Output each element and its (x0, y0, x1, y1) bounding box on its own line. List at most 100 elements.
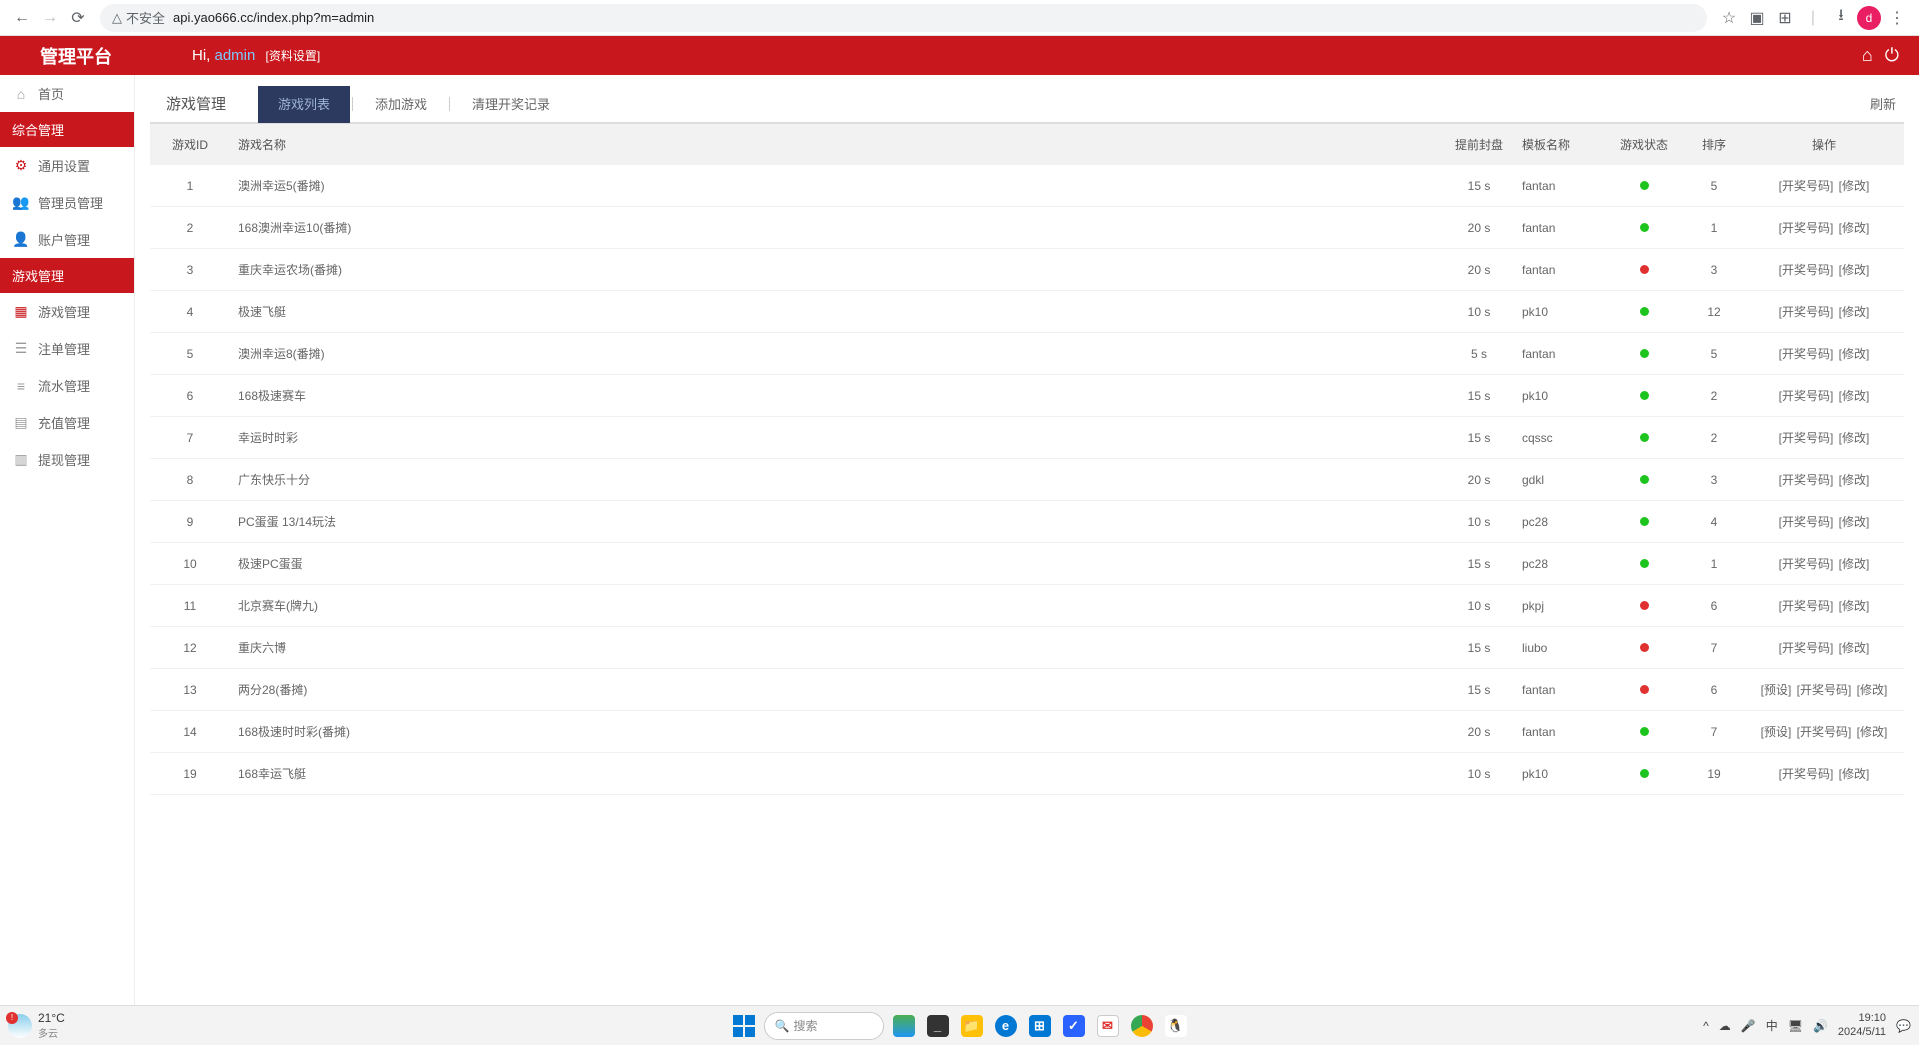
power-icon[interactable]: ⏻ (1885, 45, 1899, 66)
content: 游戏管理 游戏列表 添加游戏 清理开奖记录 刷新 游戏ID 游戏名称 提前封盘 … (135, 75, 1919, 1005)
op-edit[interactable]: [修改] (1857, 725, 1888, 739)
op-edit[interactable]: [修改] (1839, 389, 1870, 403)
op-edit[interactable]: [修改] (1839, 221, 1870, 235)
app-store[interactable]: ⊞ (1026, 1012, 1054, 1040)
refresh-button[interactable]: 刷新 (1862, 86, 1904, 121)
sidebar-deposit-mgmt[interactable]: ▤ 充值管理 (0, 404, 134, 441)
sidebar-section-game[interactable]: 游戏管理 (0, 258, 134, 293)
status-dot-icon (1640, 559, 1649, 568)
tab-game-list[interactable]: 游戏列表 (258, 86, 350, 123)
clock[interactable]: 19:10 2024/5/11 (1838, 1012, 1886, 1038)
app-hills[interactable] (890, 1012, 918, 1040)
weather-desc: 多云 (38, 1025, 65, 1040)
sidebar-withdraw-mgmt[interactable]: ▥ 提现管理 (0, 441, 134, 478)
app-qq[interactable]: 🐧 (1162, 1012, 1190, 1040)
table-row: 9PC蛋蛋 13/14玩法10 spc284[开奖号码] [修改] (150, 501, 1904, 543)
cell-name: 两分28(番摊) (230, 669, 1444, 711)
tray-chevron-icon[interactable]: ^ (1703, 1019, 1709, 1033)
op-lottery[interactable]: [开奖号码] (1779, 473, 1834, 487)
cell-tpl: gdkl (1514, 459, 1604, 501)
op-edit[interactable]: [修改] (1839, 305, 1870, 319)
cell-tpl: cqssc (1514, 417, 1604, 459)
forward-button[interactable]: → (36, 4, 64, 32)
op-edit[interactable]: [修改] (1839, 473, 1870, 487)
app-blue[interactable]: ✓ (1060, 1012, 1088, 1040)
tray-onedrive-icon[interactable]: ☁ (1719, 1019, 1731, 1033)
sidebar-flow-mgmt[interactable]: ≡ 流水管理 (0, 367, 134, 404)
page-header: 游戏管理 游戏列表 添加游戏 清理开奖记录 刷新 (150, 85, 1904, 124)
menu-icon[interactable]: ⋮ (1883, 4, 1911, 32)
sidebar-order-mgmt[interactable]: ☰ 注单管理 (0, 330, 134, 367)
sidebar-home[interactable]: ⌂ 首页 (0, 75, 134, 112)
table-row: 7幸运时时彩15 scqssc2[开奖号码] [修改] (150, 417, 1904, 459)
cell-status (1604, 291, 1684, 333)
download-icon[interactable]: ⭳ (1827, 4, 1855, 32)
tray-wifi-icon[interactable]: 🖥 (1788, 1019, 1803, 1033)
op-preset[interactable]: [预设] (1761, 683, 1792, 697)
sidebar-game-mgmt[interactable]: ▦ 游戏管理 (0, 293, 134, 330)
extension-icon[interactable]: ▣ (1743, 4, 1771, 32)
weather-widget[interactable]: ! 21°C 多云 (8, 1011, 65, 1040)
op-lottery[interactable]: [开奖号码] (1779, 263, 1834, 277)
table-row: 13两分28(番摊)15 sfantan6[预设] [开奖号码] [修改] (150, 669, 1904, 711)
op-lottery[interactable]: [开奖号码] (1779, 389, 1834, 403)
sidebar-general-settings[interactable]: ⚙ 通用设置 (0, 147, 134, 184)
start-button[interactable] (730, 1012, 758, 1040)
op-lottery[interactable]: [开奖号码] (1779, 347, 1834, 361)
puzzle-icon[interactable]: ⊞ (1771, 4, 1799, 32)
op-edit[interactable]: [修改] (1839, 641, 1870, 655)
app-mail[interactable]: ✉ (1094, 1012, 1122, 1040)
op-edit[interactable]: [修改] (1839, 263, 1870, 277)
table-row: 6168极速赛车15 spk102[开奖号码] [修改] (150, 375, 1904, 417)
cell-close: 15 s (1444, 417, 1514, 459)
sidebar-section-general[interactable]: 综合管理 (0, 112, 134, 147)
op-lottery[interactable]: [开奖号码] (1779, 179, 1834, 193)
status-dot-icon (1640, 433, 1649, 442)
reload-button[interactable]: ⟳ (64, 4, 92, 32)
greeting-user[interactable]: admin (215, 47, 256, 64)
tab-add-game[interactable]: 添加游戏 (355, 86, 447, 123)
app-terminal[interactable]: _ (924, 1012, 952, 1040)
op-edit[interactable]: [修改] (1857, 683, 1888, 697)
tray-mic-icon[interactable]: 🎤 (1741, 1019, 1756, 1033)
status-dot-icon (1640, 643, 1649, 652)
app-chrome[interactable] (1128, 1012, 1156, 1040)
op-lottery[interactable]: [开奖号码] (1779, 221, 1834, 235)
op-edit[interactable]: [修改] (1839, 515, 1870, 529)
back-button[interactable]: ← (8, 4, 36, 32)
home-icon[interactable]: ⌂ (1862, 45, 1873, 66)
app-explorer[interactable]: 📁 (958, 1012, 986, 1040)
op-edit[interactable]: [修改] (1839, 431, 1870, 445)
op-edit[interactable]: [修改] (1839, 179, 1870, 193)
op-lottery[interactable]: [开奖号码] (1779, 767, 1834, 781)
app-edge[interactable]: e (992, 1012, 1020, 1040)
op-edit[interactable]: [修改] (1839, 557, 1870, 571)
list-icon: ☰ (12, 340, 30, 357)
address-bar[interactable]: △ 不安全 api.yao666.cc/index.php?m=admin (100, 4, 1707, 32)
op-edit[interactable]: [修改] (1839, 599, 1870, 613)
op-preset[interactable]: [预设] (1761, 725, 1792, 739)
tray-notification-icon[interactable]: 💬 (1896, 1019, 1911, 1033)
sidebar-account-mgmt[interactable]: 👤 账户管理 (0, 221, 134, 258)
op-edit[interactable]: [修改] (1839, 767, 1870, 781)
op-lottery[interactable]: [开奖号码] (1779, 599, 1834, 613)
op-edit[interactable]: [修改] (1839, 347, 1870, 361)
tab-clear-records[interactable]: 清理开奖记录 (452, 86, 570, 123)
op-lottery[interactable]: [开奖号码] (1779, 515, 1834, 529)
tray-volume-icon[interactable]: 🔊 (1813, 1019, 1828, 1033)
cell-id: 5 (150, 333, 230, 375)
cell-status (1604, 501, 1684, 543)
op-lottery[interactable]: [开奖号码] (1779, 431, 1834, 445)
greeting-subtitle[interactable]: [资料设置] (266, 49, 321, 63)
op-lottery[interactable]: [开奖号码] (1779, 305, 1834, 319)
sidebar-admin-mgmt[interactable]: 👥 管理员管理 (0, 184, 134, 221)
tray-ime[interactable]: 中 (1766, 1017, 1778, 1034)
star-icon[interactable]: ☆ (1715, 4, 1743, 32)
profile-avatar[interactable]: d (1855, 4, 1883, 32)
op-lottery[interactable]: [开奖号码] (1797, 725, 1852, 739)
taskbar-search[interactable]: 🔍 搜索 (764, 1012, 884, 1040)
cell-ops: [开奖号码] [修改] (1744, 753, 1904, 795)
op-lottery[interactable]: [开奖号码] (1797, 683, 1852, 697)
op-lottery[interactable]: [开奖号码] (1779, 557, 1834, 571)
op-lottery[interactable]: [开奖号码] (1779, 641, 1834, 655)
